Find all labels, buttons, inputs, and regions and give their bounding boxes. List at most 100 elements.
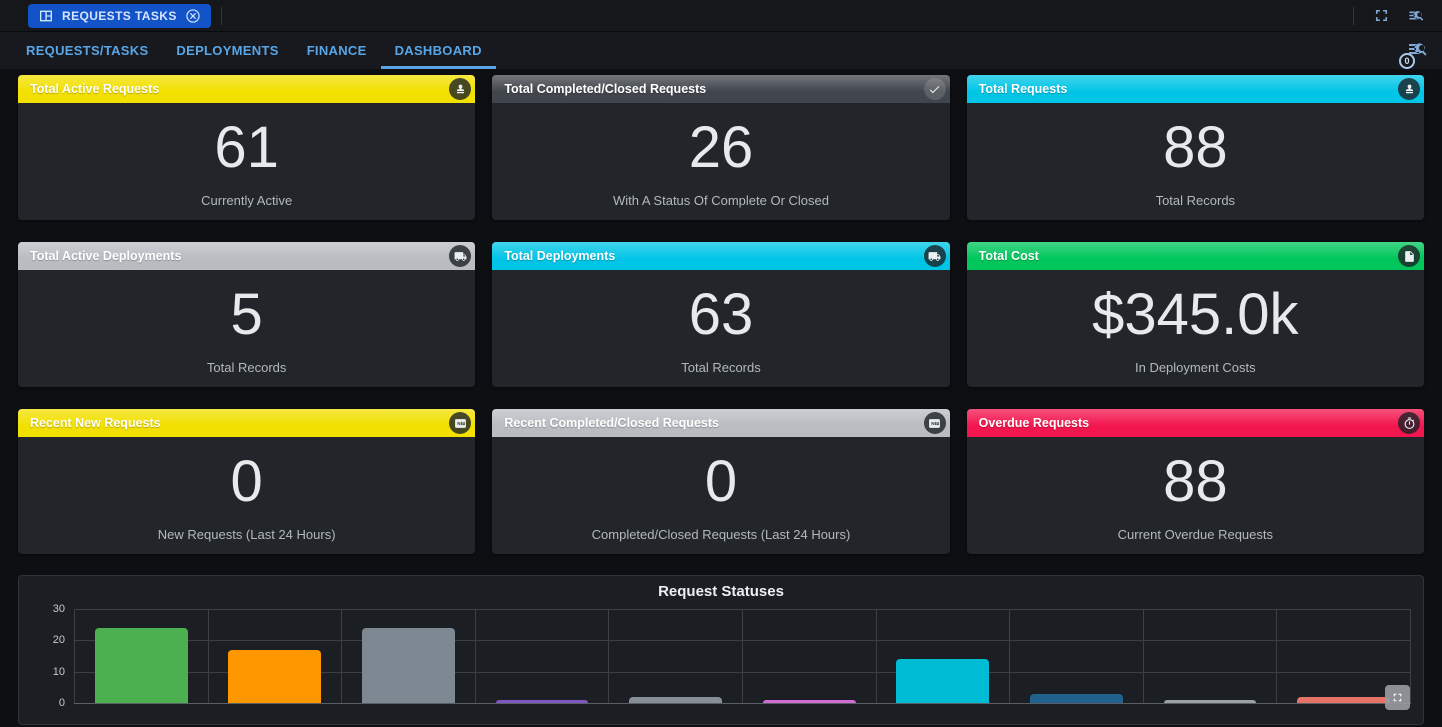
card-subtitle: Total Records bbox=[207, 360, 286, 375]
chart-bar[interactable] bbox=[763, 700, 856, 703]
card-body: 61 Currently Active bbox=[18, 103, 475, 220]
kpi-card-total-completed-closed-requests: Total Completed/Closed Requests 26 With … bbox=[492, 75, 949, 220]
chart-category-slot bbox=[342, 609, 476, 703]
card-header: Overdue Requests bbox=[967, 409, 1424, 437]
card-body: 88 Current Overdue Requests bbox=[967, 437, 1424, 554]
tab-dashboard[interactable]: DASHBOARD bbox=[381, 32, 496, 69]
chart-category-slot bbox=[1010, 609, 1144, 703]
chart-bar[interactable] bbox=[362, 628, 455, 703]
card-body: 63 Total Records bbox=[492, 270, 949, 387]
card-subtitle: Currently Active bbox=[201, 193, 292, 208]
chart-title: Request Statuses bbox=[19, 583, 1423, 600]
new-badge-icon[interactable] bbox=[449, 412, 471, 434]
stamp-icon[interactable] bbox=[1398, 78, 1420, 100]
kpi-card-recent-new-requests: Recent New Requests 0 New Requests (Last… bbox=[18, 409, 475, 554]
card-body: $345.0k In Deployment Costs bbox=[967, 270, 1424, 387]
card-subtitle: In Deployment Costs bbox=[1135, 360, 1256, 375]
chart-bar[interactable] bbox=[496, 700, 589, 703]
chart-bar[interactable] bbox=[95, 628, 188, 703]
topbar-divider bbox=[221, 7, 222, 25]
window-top-bar: REQUESTS TASKS bbox=[0, 0, 1442, 32]
kpi-card-total-requests: Total Requests 88 Total Records bbox=[967, 75, 1424, 220]
kpi-card-overdue-requests: Overdue Requests 88 Current Overdue Requ… bbox=[967, 409, 1424, 554]
card-header: Total Active Deployments bbox=[18, 242, 475, 270]
card-header: Recent Completed/Closed Requests bbox=[492, 409, 949, 437]
tab-deployments[interactable]: DEPLOYMENTS bbox=[162, 32, 292, 69]
nav-tabs: REQUESTS/TASKS DEPLOYMENTS FINANCE DASHB… bbox=[12, 32, 496, 69]
y-axis-tick-label: 0 bbox=[59, 697, 65, 709]
tab-requests-tasks[interactable]: REQUESTS/TASKS bbox=[12, 32, 162, 69]
nav-bar: REQUESTS/TASKS DEPLOYMENTS FINANCE DASHB… bbox=[0, 32, 1442, 69]
fullscreen-icon bbox=[1391, 691, 1404, 704]
card-title: Total Active Requests bbox=[30, 82, 159, 96]
request-statuses-chart: Request Statuses 0102030 bbox=[18, 575, 1424, 725]
chart-category-slot bbox=[75, 609, 209, 703]
card-body: 26 With A Status Of Complete Or Closed bbox=[492, 103, 949, 220]
card-title: Overdue Requests bbox=[979, 416, 1089, 430]
card-header: Total Deployments bbox=[492, 242, 949, 270]
check-icon[interactable] bbox=[924, 78, 946, 100]
filter-search-icon[interactable] bbox=[1407, 6, 1426, 25]
card-value: $345.0k bbox=[1092, 270, 1298, 360]
card-value: 63 bbox=[689, 270, 754, 360]
topbar-divider-right bbox=[1353, 7, 1354, 25]
card-subtitle: With A Status Of Complete Or Closed bbox=[613, 193, 829, 208]
chart-plot-slots bbox=[74, 609, 1411, 703]
y-axis-tick-label: 20 bbox=[53, 634, 65, 646]
search-count-badge: 0 bbox=[1399, 53, 1415, 69]
chart-bar[interactable] bbox=[1297, 697, 1390, 703]
card-header: Recent New Requests bbox=[18, 409, 475, 437]
card-title: Total Deployments bbox=[504, 249, 615, 263]
receipt-icon[interactable] bbox=[1398, 245, 1420, 267]
window-tab-requests-tasks[interactable]: REQUESTS TASKS bbox=[28, 4, 211, 28]
card-value: 0 bbox=[705, 437, 737, 527]
chart-plot-area: 0102030 bbox=[74, 609, 1411, 703]
kpi-card-recent-completed-closed-requests: Recent Completed/Closed Requests 0 Compl… bbox=[492, 409, 949, 554]
kpi-card-total-deployments: Total Deployments 63 Total Records bbox=[492, 242, 949, 387]
card-value: 61 bbox=[214, 103, 279, 193]
card-value: 5 bbox=[231, 270, 263, 360]
card-value: 88 bbox=[1163, 437, 1228, 527]
kpi-card-total-active-deployments: Total Active Deployments 5 Total Records bbox=[18, 242, 475, 387]
chart-category-slot bbox=[743, 609, 877, 703]
truck-icon[interactable] bbox=[924, 245, 946, 267]
card-body: 0 Completed/Closed Requests (Last 24 Hou… bbox=[492, 437, 949, 554]
card-value: 88 bbox=[1163, 103, 1228, 193]
truck-icon[interactable] bbox=[449, 245, 471, 267]
card-title: Total Active Deployments bbox=[30, 249, 181, 263]
card-subtitle: New Requests (Last 24 Hours) bbox=[158, 527, 336, 542]
card-title: Total Requests bbox=[979, 82, 1068, 96]
stamp-icon[interactable] bbox=[449, 78, 471, 100]
tab-finance[interactable]: FINANCE bbox=[293, 32, 381, 69]
chart-bar[interactable] bbox=[1030, 694, 1123, 703]
dashboard-content: Total Active Requests 61 Currently Activ… bbox=[0, 69, 1442, 554]
chart-category-slot bbox=[209, 609, 343, 703]
filter-search-icon[interactable]: 0 bbox=[1406, 37, 1432, 63]
card-value: 0 bbox=[231, 437, 263, 527]
card-title: Total Completed/Closed Requests bbox=[504, 82, 706, 96]
chart-bar[interactable] bbox=[896, 659, 989, 703]
card-title: Recent Completed/Closed Requests bbox=[504, 416, 719, 430]
window-tab-label: REQUESTS TASKS bbox=[62, 9, 177, 23]
card-title: Total Cost bbox=[979, 249, 1039, 263]
kpi-card-total-cost: Total Cost $345.0k In Deployment Costs bbox=[967, 242, 1424, 387]
close-circle-icon[interactable] bbox=[185, 8, 201, 24]
chart-category-slot bbox=[1144, 609, 1278, 703]
card-body: 5 Total Records bbox=[18, 270, 475, 387]
chart-bar[interactable] bbox=[1164, 700, 1257, 703]
y-axis-tick-label: 30 bbox=[53, 603, 65, 615]
fullscreen-icon[interactable] bbox=[1372, 6, 1391, 25]
chart-bar[interactable] bbox=[629, 697, 722, 703]
chart-category-slot bbox=[877, 609, 1011, 703]
timer-icon[interactable] bbox=[1398, 412, 1420, 434]
chart-bar[interactable] bbox=[228, 650, 321, 703]
card-body: 88 Total Records bbox=[967, 103, 1424, 220]
card-subtitle: Current Overdue Requests bbox=[1118, 527, 1273, 542]
card-subtitle: Total Records bbox=[1156, 193, 1235, 208]
card-header: Total Cost bbox=[967, 242, 1424, 270]
chart-fullscreen-button[interactable] bbox=[1385, 685, 1410, 710]
chart-category-slot bbox=[476, 609, 610, 703]
card-body: 0 New Requests (Last 24 Hours) bbox=[18, 437, 475, 554]
layout-icon bbox=[38, 8, 54, 24]
new-badge-icon[interactable] bbox=[924, 412, 946, 434]
